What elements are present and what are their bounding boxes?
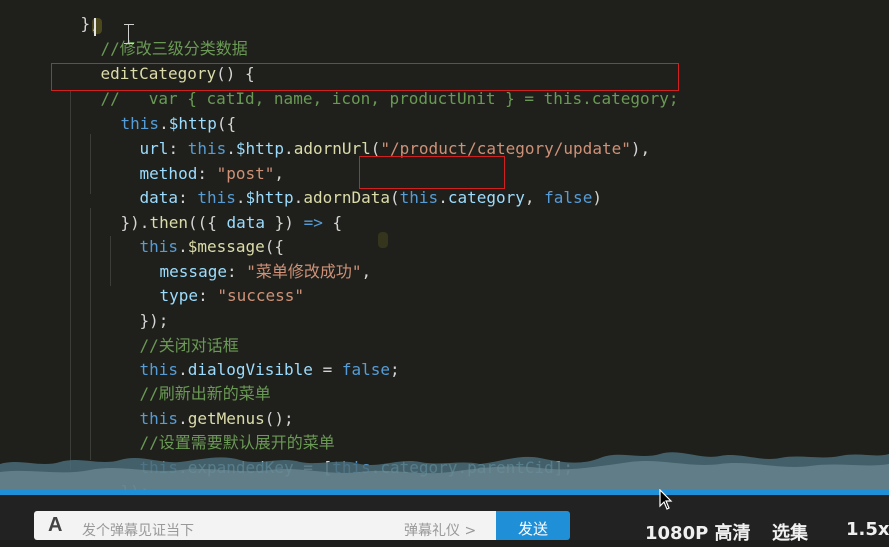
code-line: url: this.$http.adornUrl("/product/categ… — [139, 139, 651, 158]
text-caret — [94, 18, 96, 36]
quality-selector[interactable]: 1080P 高清 — [645, 519, 751, 545]
code-line: this.dialogVisible = false; — [139, 360, 400, 379]
annotation-box — [359, 156, 505, 189]
code-line: }, — [80, 14, 100, 33]
code-line: //设置需要默认展开的菜单 — [139, 433, 335, 452]
code-line: message: "菜单修改成功", — [159, 262, 372, 281]
danmu-placeholder: 发个弹幕见证当下 — [82, 523, 194, 539]
code-editor[interactable]: }, //修改三级分类数据 editCategory() { // var { … — [0, 0, 889, 492]
code-line: }).then(({ data }) => { — [120, 213, 343, 232]
send-danmu-button[interactable]: 发送 — [496, 511, 570, 540]
danmu-etiquette-link[interactable]: 弹幕礼仪 > — [404, 520, 476, 540]
episodes-button[interactable]: 选集 — [772, 519, 808, 545]
code-line: type: "success" — [159, 286, 305, 305]
danmu-settings-icon[interactable]: A — [48, 514, 62, 537]
indent-guide — [70, 90, 71, 470]
mouse-pointer-icon — [659, 489, 673, 510]
code-line: this.$http({ — [120, 114, 237, 133]
code-line: this.$message({ — [139, 237, 285, 256]
cursor-marker — [378, 232, 388, 248]
playback-speed-button[interactable]: 1.5x — [846, 519, 889, 540]
wave-overlay — [0, 452, 889, 492]
player-control-bar: A 发个弹幕见证当下 弹幕礼仪 > 发送 1080P 高清 选集 1.5x — [0, 495, 889, 544]
code-line: //关闭对话框 — [139, 336, 239, 355]
annotation-box — [51, 63, 679, 91]
code-line: }); — [139, 311, 169, 330]
code-line: this.getMenus(); — [139, 409, 294, 428]
code-line: //刷新出新的菜单 — [139, 384, 271, 403]
code-line: method: "post", — [139, 164, 285, 183]
code-line: editCategory() { — [100, 64, 255, 83]
ibeam-cursor-icon — [124, 24, 134, 44]
code-line: //修改三级分类数据 — [100, 39, 248, 58]
code-line: data: this.$http.adornData(this.category… — [139, 188, 602, 207]
danmu-input[interactable]: A 发个弹幕见证当下 弹幕礼仪 > — [34, 511, 496, 540]
